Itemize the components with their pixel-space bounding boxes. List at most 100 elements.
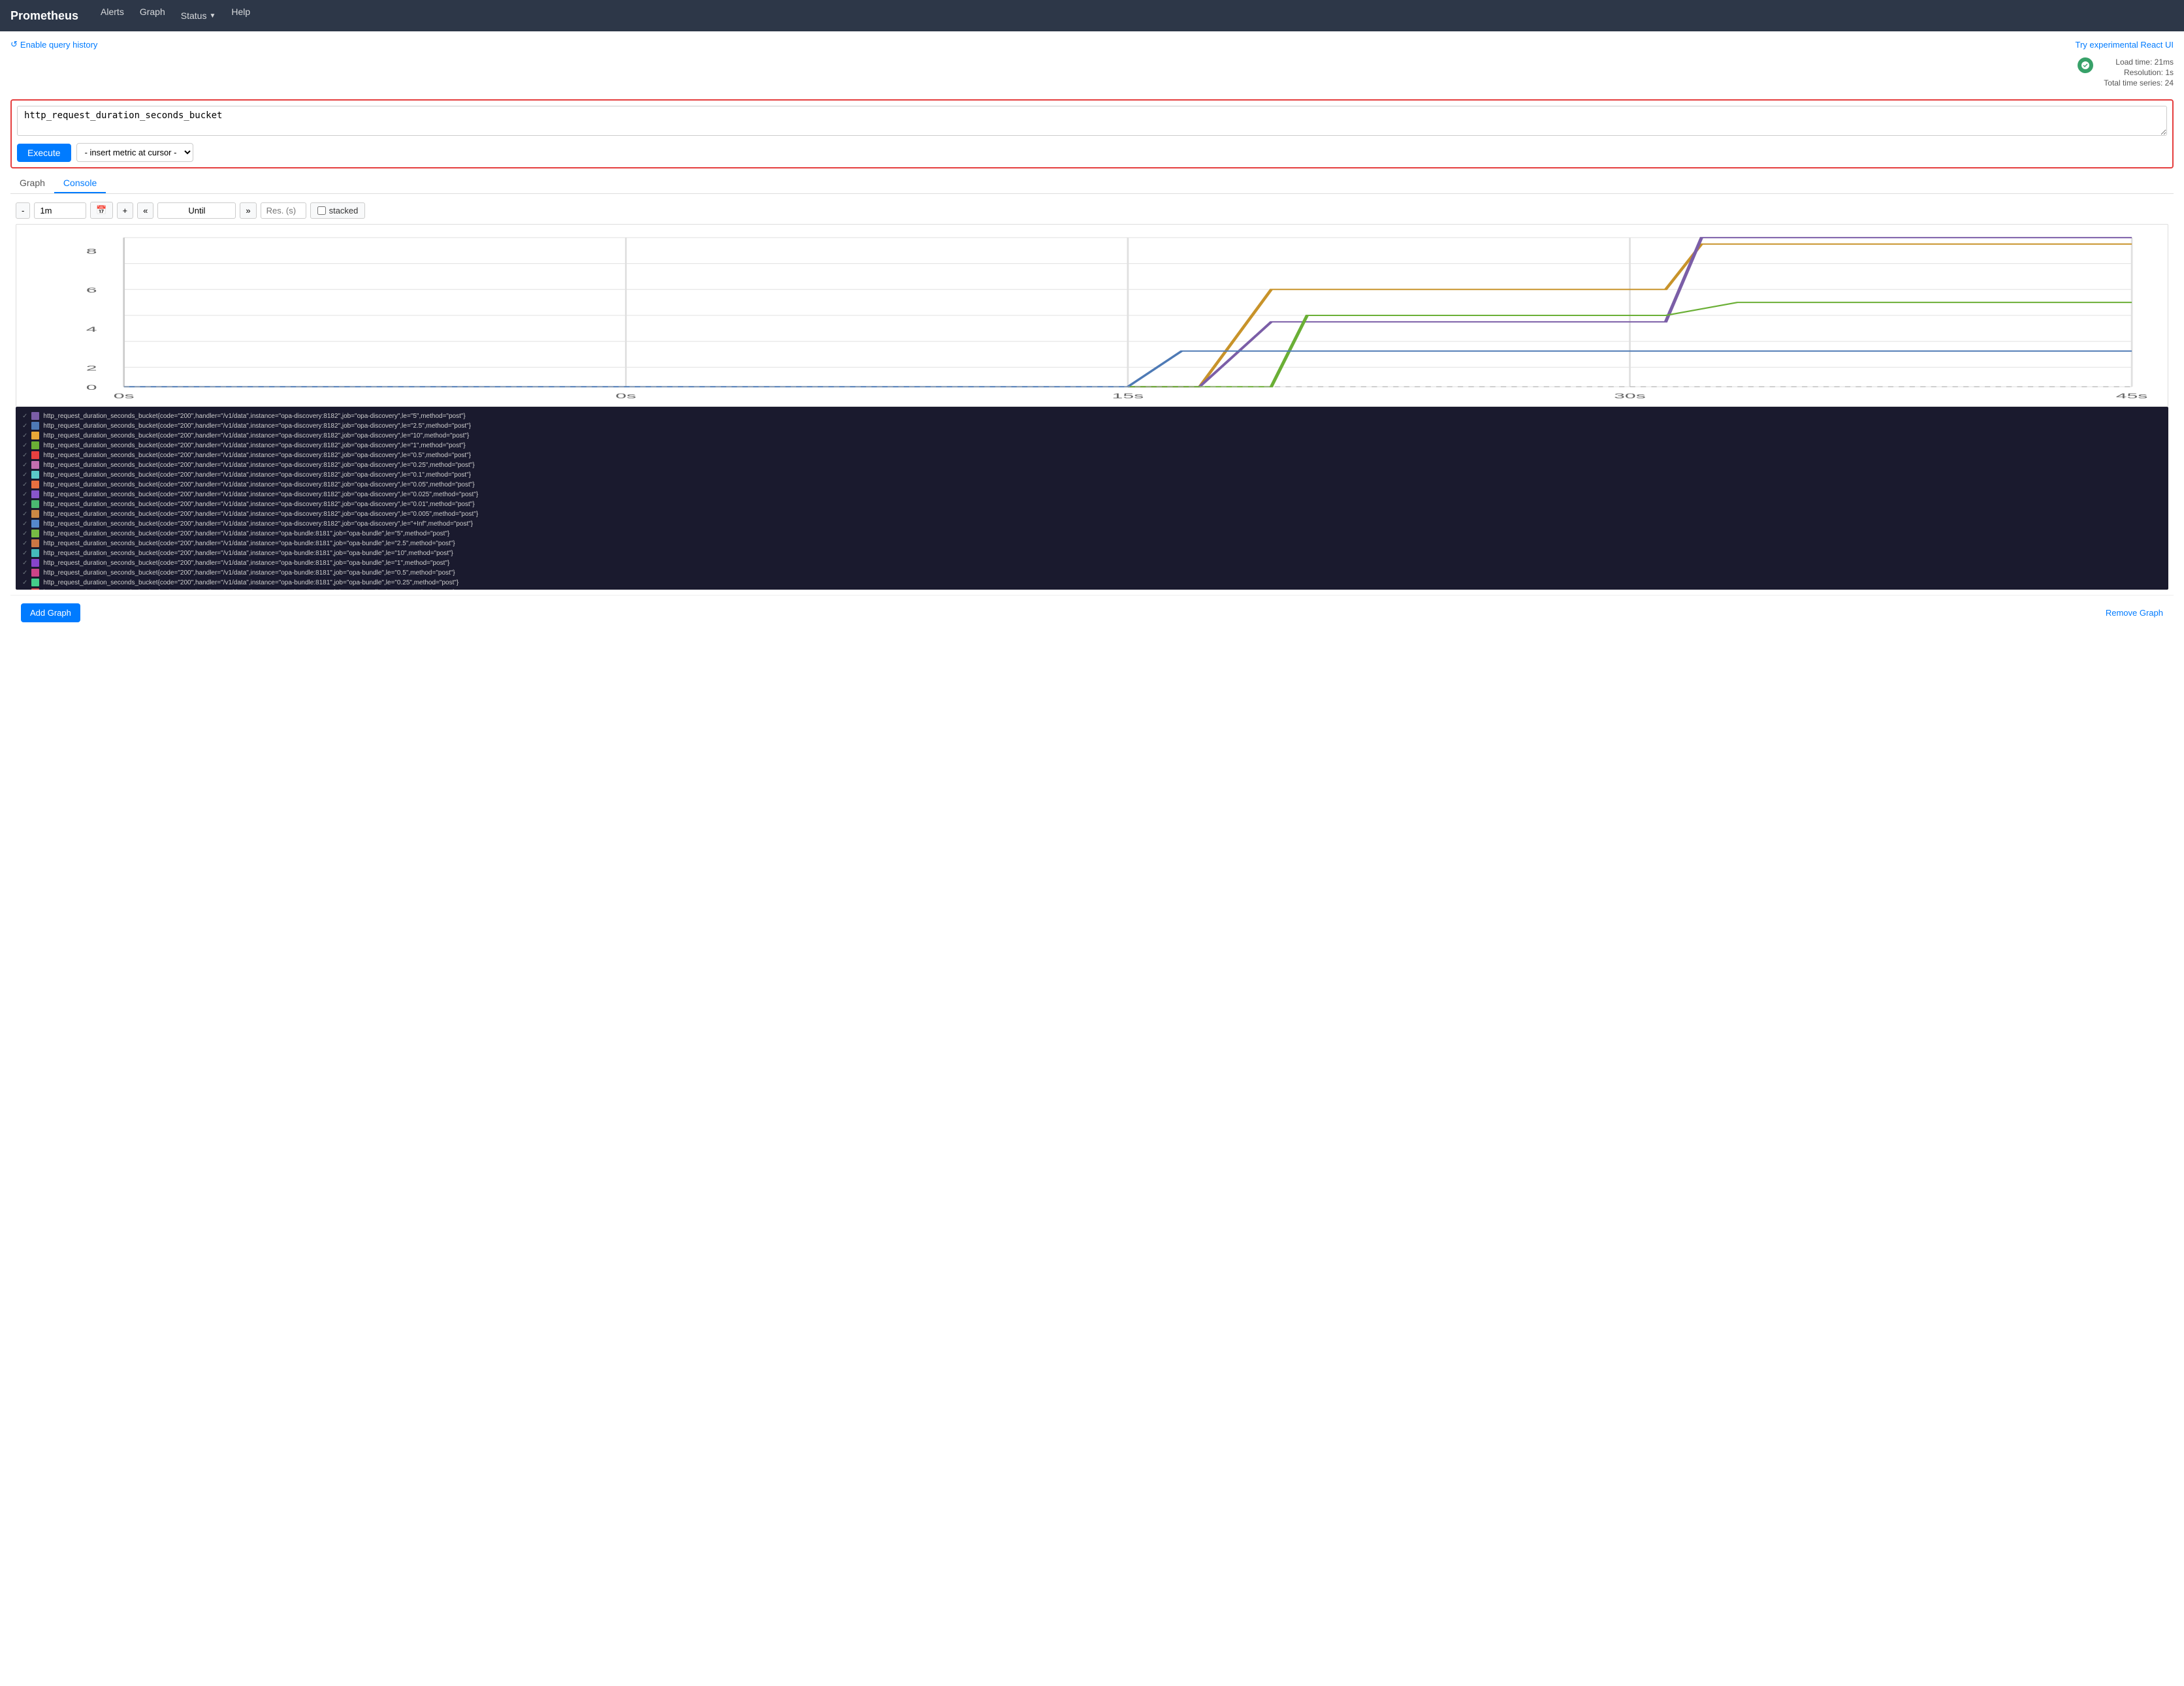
legend-color-swatch	[31, 530, 39, 537]
legend-item[interactable]: ✓ http_request_duration_seconds_bucket{c…	[22, 441, 2162, 449]
legend-label: http_request_duration_seconds_bucket{cod…	[43, 589, 455, 590]
legend-item[interactable]: ✓ http_request_duration_seconds_bucket{c…	[22, 588, 2162, 590]
legend-color-swatch	[31, 412, 39, 420]
legend-label: http_request_duration_seconds_bucket{cod…	[43, 452, 471, 459]
svg-text:0s: 0s	[114, 392, 135, 400]
legend-label: http_request_duration_seconds_bucket{cod…	[43, 540, 455, 547]
end-time-input[interactable]	[157, 202, 236, 219]
svg-text:0s: 0s	[615, 392, 636, 400]
legend-check-icon: ✓	[22, 560, 27, 567]
legend-label: http_request_duration_seconds_bucket{cod…	[43, 491, 478, 498]
nav-help[interactable]: Help	[225, 3, 257, 21]
svg-text:8: 8	[86, 247, 97, 256]
tabs: Graph Console	[10, 174, 2174, 194]
legend-color-swatch	[31, 500, 39, 508]
legend-label: http_request_duration_seconds_bucket{cod…	[43, 432, 469, 439]
tab-graph[interactable]: Graph	[10, 174, 54, 193]
legend-item[interactable]: ✓ http_request_duration_seconds_bucket{c…	[22, 549, 2162, 557]
legend-check-icon: ✓	[22, 540, 27, 547]
legend-item[interactable]: ✓ http_request_duration_seconds_bucket{c…	[22, 510, 2162, 518]
legend-item[interactable]: ✓ http_request_duration_seconds_bucket{c…	[22, 500, 2162, 508]
enable-query-history-link[interactable]: ↺ Enable query history	[10, 39, 97, 50]
query-input[interactable]	[17, 106, 2167, 136]
history-icon: ↺	[10, 39, 18, 50]
svg-text:15s: 15s	[1112, 392, 1144, 400]
try-react-ui-link[interactable]: Try experimental React UI	[2075, 40, 2174, 50]
main-content: ↺ Enable query history Try experimental …	[0, 31, 2184, 638]
legend-container: ✓ http_request_duration_seconds_bucket{c…	[16, 407, 2168, 590]
legend-item[interactable]: ✓ http_request_duration_seconds_bucket{c…	[22, 490, 2162, 498]
meta-info: Load time: 21ms Resolution: 1s Total tim…	[2104, 57, 2174, 89]
remove-graph-button[interactable]: Remove Graph	[2106, 608, 2163, 618]
stacked-label: stacked	[329, 206, 359, 215]
nav-graph[interactable]: Graph	[133, 3, 172, 21]
legend-label: http_request_duration_seconds_bucket{cod…	[43, 569, 455, 577]
stacked-checkbox[interactable]	[317, 206, 326, 215]
legend-color-swatch	[31, 422, 39, 430]
legend-check-icon: ✓	[22, 550, 27, 557]
legend-color-swatch	[31, 520, 39, 528]
legend-label: http_request_duration_seconds_bucket{cod…	[43, 520, 473, 528]
legend-item[interactable]: ✓ http_request_duration_seconds_bucket{c…	[22, 520, 2162, 528]
chart-container: 0 2 4 6 8 0s 0s 15s 30s 45s	[16, 224, 2168, 407]
legend-check-icon: ✓	[22, 530, 27, 537]
top-bar: ↺ Enable query history Try experimental …	[10, 39, 2174, 50]
legend-color-swatch	[31, 510, 39, 518]
insert-metric-select[interactable]: - insert metric at cursor -	[76, 143, 193, 162]
legend-color-swatch	[31, 579, 39, 586]
query-box: Execute - insert metric at cursor -	[10, 99, 2174, 168]
calendar-button[interactable]: 📅	[90, 202, 112, 219]
legend-item[interactable]: ✓ http_request_duration_seconds_bucket{c…	[22, 412, 2162, 420]
legend-check-icon: ✓	[22, 520, 27, 528]
legend-item[interactable]: ✓ http_request_duration_seconds_bucket{c…	[22, 432, 2162, 439]
duration-input[interactable]	[34, 202, 86, 219]
add-graph-button[interactable]: Add Graph	[21, 603, 80, 622]
legend-label: http_request_duration_seconds_bucket{cod…	[43, 501, 474, 508]
svg-text:2: 2	[86, 364, 97, 372]
svg-text:45s: 45s	[2116, 392, 2148, 400]
brand-logo[interactable]: Prometheus	[10, 9, 78, 23]
svg-text:0: 0	[86, 383, 97, 392]
legend-color-swatch	[31, 461, 39, 469]
graph-controls: - 📅 + « » stacked	[10, 202, 2174, 219]
legend-check-icon: ✓	[22, 569, 27, 577]
legend-color-swatch	[31, 441, 39, 449]
legend-label: http_request_duration_seconds_bucket{cod…	[43, 481, 474, 488]
legend-item[interactable]: ✓ http_request_duration_seconds_bucket{c…	[22, 559, 2162, 567]
legend-check-icon: ✓	[22, 491, 27, 498]
legend-color-swatch	[31, 588, 39, 590]
legend-check-icon: ✓	[22, 442, 27, 449]
legend-item[interactable]: ✓ http_request_duration_seconds_bucket{c…	[22, 539, 2162, 547]
forward-button[interactable]: »	[240, 202, 256, 219]
legend-item[interactable]: ✓ http_request_duration_seconds_bucket{c…	[22, 461, 2162, 469]
svg-text:30s: 30s	[1614, 392, 1646, 400]
legend-item[interactable]: ✓ http_request_duration_seconds_bucket{c…	[22, 471, 2162, 479]
legend-item[interactable]: ✓ http_request_duration_seconds_bucket{c…	[22, 569, 2162, 577]
svg-text:6: 6	[86, 286, 97, 294]
dropdown-arrow-icon: ▼	[209, 12, 216, 20]
zoom-in-button[interactable]: +	[117, 202, 134, 219]
legend-item[interactable]: ✓ http_request_duration_seconds_bucket{c…	[22, 451, 2162, 459]
top-right: Try experimental React UI	[2075, 40, 2174, 50]
tab-console[interactable]: Console	[54, 174, 106, 193]
nav-status[interactable]: Status ▼	[174, 7, 223, 25]
legend-label: http_request_duration_seconds_bucket{cod…	[43, 511, 478, 518]
legend-label: http_request_duration_seconds_bucket{cod…	[43, 471, 471, 479]
legend-color-swatch	[31, 432, 39, 439]
legend-label: http_request_duration_seconds_bucket{cod…	[43, 579, 458, 586]
nav-alerts[interactable]: Alerts	[94, 3, 131, 21]
resolution-input[interactable]	[261, 202, 306, 219]
zoom-out-button[interactable]: -	[16, 202, 30, 219]
execute-button[interactable]: Execute	[17, 144, 71, 162]
legend-item[interactable]: ✓ http_request_duration_seconds_bucket{c…	[22, 579, 2162, 586]
chart-svg: 0 2 4 6 8 0s 0s 15s 30s 45s	[16, 225, 2168, 406]
footer-actions: Add Graph Remove Graph	[10, 595, 2174, 630]
legend-color-swatch	[31, 481, 39, 488]
back-button[interactable]: «	[137, 202, 153, 219]
legend-item[interactable]: ✓ http_request_duration_seconds_bucket{c…	[22, 422, 2162, 430]
stacked-toggle[interactable]: stacked	[310, 202, 366, 219]
legend-item[interactable]: ✓ http_request_duration_seconds_bucket{c…	[22, 481, 2162, 488]
legend-check-icon: ✓	[22, 579, 27, 586]
legend-item[interactable]: ✓ http_request_duration_seconds_bucket{c…	[22, 530, 2162, 537]
load-time: Load time: 21ms	[2104, 57, 2174, 67]
